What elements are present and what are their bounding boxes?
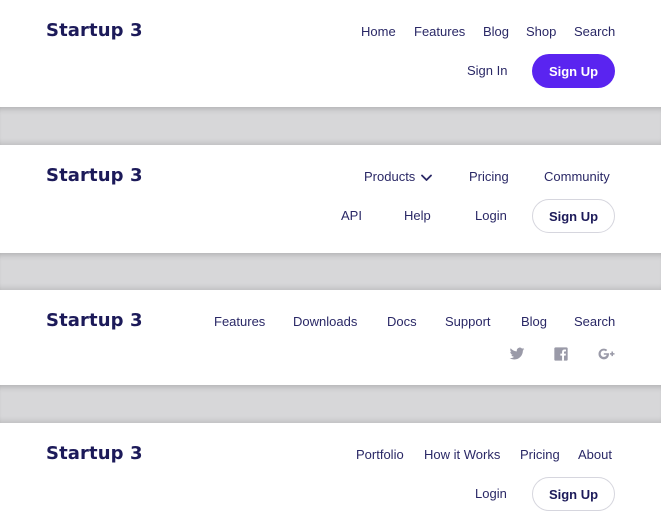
twitter-icon[interactable] [509, 346, 525, 362]
nav-how-it-works[interactable]: How it Works [424, 447, 500, 462]
google-plus-icon[interactable] [597, 346, 616, 362]
logo[interactable]: Startup 3 [46, 165, 143, 186]
header-variant-3: Startup 3 Features Downloads Docs Suppor… [0, 290, 661, 385]
sign-in-link[interactable]: Sign In [467, 63, 507, 78]
separator [0, 107, 661, 145]
header-variant-2: Startup 3 Products Pricing Community API… [0, 145, 661, 253]
nav-pricing[interactable]: Pricing [469, 169, 509, 184]
header-variant-4: Startup 3 Portfolio How it Works Pricing… [0, 423, 661, 529]
nav-shop[interactable]: Shop [526, 24, 556, 39]
nav-downloads[interactable]: Downloads [293, 314, 357, 329]
nav-support[interactable]: Support [445, 314, 491, 329]
nav-about[interactable]: About [578, 447, 612, 462]
logo[interactable]: Startup 3 [46, 310, 143, 331]
nav-docs[interactable]: Docs [387, 314, 417, 329]
logo[interactable]: Startup 3 [46, 20, 143, 41]
nav-search[interactable]: Search [574, 314, 615, 329]
nav-features[interactable]: Features [214, 314, 265, 329]
logo[interactable]: Startup 3 [46, 443, 143, 464]
nav-login[interactable]: Login [475, 208, 507, 223]
nav-blog[interactable]: Blog [483, 24, 509, 39]
nav-pricing[interactable]: Pricing [520, 447, 560, 462]
nav-community[interactable]: Community [544, 169, 610, 184]
sign-up-button[interactable]: Sign Up [532, 54, 615, 88]
nav-features[interactable]: Features [414, 24, 465, 39]
separator [0, 385, 661, 423]
nav-search[interactable]: Search [574, 24, 615, 39]
sign-up-button[interactable]: Sign Up [532, 199, 615, 233]
separator [0, 253, 661, 290]
nav-api[interactable]: API [341, 208, 362, 223]
facebook-icon[interactable] [553, 346, 569, 362]
nav-home[interactable]: Home [361, 24, 396, 39]
chevron-down-icon [421, 174, 433, 181]
nav-login[interactable]: Login [475, 486, 507, 501]
nav-products-label: Products [364, 169, 416, 184]
nav-portfolio[interactable]: Portfolio [356, 447, 404, 462]
nav-blog[interactable]: Blog [521, 314, 547, 329]
header-variant-1: Startup 3 Home Features Blog Shop Search… [0, 0, 661, 107]
sign-up-button[interactable]: Sign Up [532, 477, 615, 511]
nav-help[interactable]: Help [404, 208, 431, 223]
nav-products-dropdown[interactable]: Products [364, 169, 433, 184]
